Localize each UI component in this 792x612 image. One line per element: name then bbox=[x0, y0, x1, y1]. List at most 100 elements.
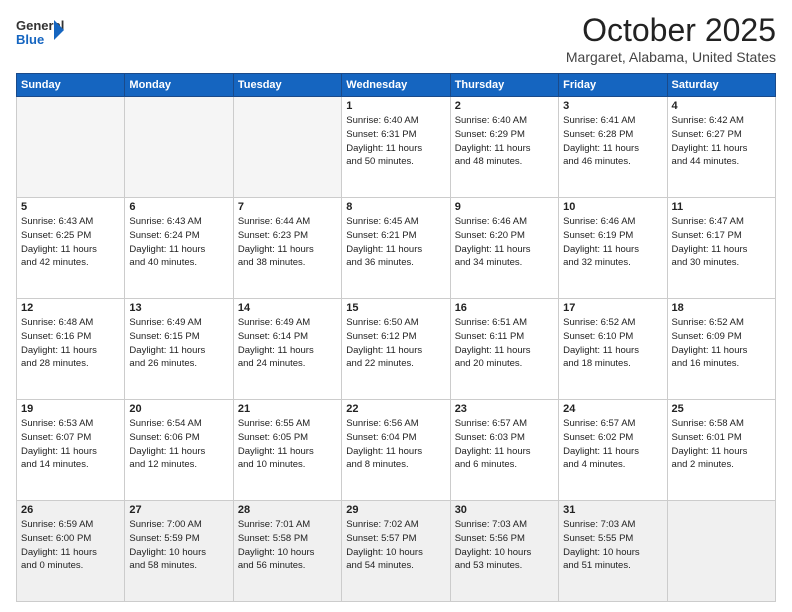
logo: General Blue bbox=[16, 12, 64, 57]
calendar-cell: 1 Sunrise: 6:40 AM Sunset: 6:31 PM Daylig… bbox=[342, 97, 450, 198]
month-title: October 2025 bbox=[566, 12, 776, 49]
day-number: 25 bbox=[672, 403, 771, 415]
day-number: 31 bbox=[563, 504, 662, 516]
day-number: 8 bbox=[346, 201, 445, 213]
weekday-header-tuesday: Tuesday bbox=[233, 74, 341, 97]
calendar-cell: 4 Sunrise: 6:42 AM Sunset: 6:27 PM Daylig… bbox=[667, 97, 775, 198]
calendar-cell: 13 Sunrise: 6:49 AM Sunset: 6:15 PM Dayli… bbox=[125, 299, 233, 400]
day-number: 15 bbox=[346, 302, 445, 314]
day-number: 18 bbox=[672, 302, 771, 314]
day-number: 20 bbox=[129, 403, 228, 415]
weekday-header-thursday: Thursday bbox=[450, 74, 558, 97]
day-number: 9 bbox=[455, 201, 554, 213]
calendar-cell: 12Sunrise: 6:48 AM Sunset: 6:16 PM Dayli… bbox=[17, 299, 125, 400]
day-number: 17 bbox=[563, 302, 662, 314]
week-row-1: 1 Sunrise: 6:40 AM Sunset: 6:31 PM Daylig… bbox=[17, 97, 776, 198]
calendar-cell: 5 Sunrise: 6:43 AM Sunset: 6:25 PM Daylig… bbox=[17, 198, 125, 299]
day-info: Sunrise: 6:49 AM Sunset: 6:15 PM Dayligh… bbox=[129, 316, 228, 371]
calendar-cell: 16 Sunrise: 6:51 AM Sunset: 6:11 PM Dayli… bbox=[450, 299, 558, 400]
day-info: Sunrise: 6:56 AM Sunset: 6:04 PM Dayligh… bbox=[346, 417, 445, 472]
calendar-cell: 10Sunrise: 6:46 AM Sunset: 6:19 PM Dayli… bbox=[559, 198, 667, 299]
day-number: 5 bbox=[21, 201, 120, 213]
day-info: Sunrise: 6:44 AM Sunset: 6:23 PM Dayligh… bbox=[238, 215, 337, 270]
page: General Blue October 2025 Margaret, Alab… bbox=[0, 0, 792, 612]
calendar-cell: 30 Sunrise: 7:03 AM Sunset: 5:56 PM Dayli… bbox=[450, 501, 558, 602]
day-number: 26 bbox=[21, 504, 120, 516]
calendar-cell: 8 Sunrise: 6:45 AM Sunset: 6:21 PM Daylig… bbox=[342, 198, 450, 299]
weekday-header-row: SundayMondayTuesdayWednesdayThursdayFrid… bbox=[17, 74, 776, 97]
day-info: Sunrise: 6:40 AM Sunset: 6:31 PM Dayligh… bbox=[346, 114, 445, 169]
day-info: Sunrise: 6:53 AM Sunset: 6:07 PM Dayligh… bbox=[21, 417, 120, 472]
calendar-cell: 14 Sunrise: 6:49 AM Sunset: 6:14 PM Dayli… bbox=[233, 299, 341, 400]
calendar-cell: 20 Sunrise: 6:54 AM Sunset: 6:06 PM Dayli… bbox=[125, 400, 233, 501]
day-info: Sunrise: 6:57 AM Sunset: 6:02 PM Dayligh… bbox=[563, 417, 662, 472]
day-info: Sunrise: 7:02 AM Sunset: 5:57 PM Dayligh… bbox=[346, 518, 445, 573]
day-info: Sunrise: 7:00 AM Sunset: 5:59 PM Dayligh… bbox=[129, 518, 228, 573]
calendar-cell: 22Sunrise: 6:56 AM Sunset: 6:04 PM Dayli… bbox=[342, 400, 450, 501]
day-number: 10 bbox=[563, 201, 662, 213]
calendar-cell bbox=[667, 501, 775, 602]
weekday-header-saturday: Saturday bbox=[667, 74, 775, 97]
day-number: 7 bbox=[238, 201, 337, 213]
calendar-cell: 21 Sunrise: 6:55 AM Sunset: 6:05 PM Dayli… bbox=[233, 400, 341, 501]
day-info: Sunrise: 6:40 AM Sunset: 6:29 PM Dayligh… bbox=[455, 114, 554, 169]
weekday-header-wednesday: Wednesday bbox=[342, 74, 450, 97]
calendar-cell: 25 Sunrise: 6:58 AM Sunset: 6:01 PM Dayli… bbox=[667, 400, 775, 501]
day-number: 30 bbox=[455, 504, 554, 516]
day-info: Sunrise: 7:03 AM Sunset: 5:55 PM Dayligh… bbox=[563, 518, 662, 573]
logo-icon: General Blue bbox=[16, 12, 64, 52]
calendar-cell: 9 Sunrise: 6:46 AM Sunset: 6:20 PM Daylig… bbox=[450, 198, 558, 299]
calendar-cell bbox=[17, 97, 125, 198]
day-info: Sunrise: 6:55 AM Sunset: 6:05 PM Dayligh… bbox=[238, 417, 337, 472]
day-number: 14 bbox=[238, 302, 337, 314]
day-info: Sunrise: 7:03 AM Sunset: 5:56 PM Dayligh… bbox=[455, 518, 554, 573]
location: Margaret, Alabama, United States bbox=[566, 49, 776, 65]
day-number: 1 bbox=[346, 100, 445, 112]
calendar-cell: 15 Sunrise: 6:50 AM Sunset: 6:12 PM Dayli… bbox=[342, 299, 450, 400]
day-info: Sunrise: 6:58 AM Sunset: 6:01 PM Dayligh… bbox=[672, 417, 771, 472]
day-number: 13 bbox=[129, 302, 228, 314]
day-info: Sunrise: 6:48 AM Sunset: 6:16 PM Dayligh… bbox=[21, 316, 120, 371]
week-row-5: 26 Sunrise: 6:59 AM Sunset: 6:00 PM Dayli… bbox=[17, 501, 776, 602]
calendar-cell: 17 Sunrise: 6:52 AM Sunset: 6:10 PM Dayli… bbox=[559, 299, 667, 400]
weekday-header-monday: Monday bbox=[125, 74, 233, 97]
weekday-header-sunday: Sunday bbox=[17, 74, 125, 97]
day-info: Sunrise: 6:46 AM Sunset: 6:20 PM Dayligh… bbox=[455, 215, 554, 270]
day-number: 11 bbox=[672, 201, 771, 213]
day-info: Sunrise: 6:43 AM Sunset: 6:25 PM Dayligh… bbox=[21, 215, 120, 270]
day-info: Sunrise: 6:43 AM Sunset: 6:24 PM Dayligh… bbox=[129, 215, 228, 270]
day-info: Sunrise: 6:47 AM Sunset: 6:17 PM Dayligh… bbox=[672, 215, 771, 270]
day-info: Sunrise: 6:42 AM Sunset: 6:27 PM Dayligh… bbox=[672, 114, 771, 169]
day-number: 6 bbox=[129, 201, 228, 213]
calendar-cell bbox=[125, 97, 233, 198]
calendar-cell: 19 Sunrise: 6:53 AM Sunset: 6:07 PM Dayli… bbox=[17, 400, 125, 501]
day-info: Sunrise: 7:01 AM Sunset: 5:58 PM Dayligh… bbox=[238, 518, 337, 573]
day-info: Sunrise: 6:45 AM Sunset: 6:21 PM Dayligh… bbox=[346, 215, 445, 270]
day-info: Sunrise: 6:50 AM Sunset: 6:12 PM Dayligh… bbox=[346, 316, 445, 371]
calendar-cell: 18Sunrise: 6:52 AM Sunset: 6:09 PM Dayli… bbox=[667, 299, 775, 400]
day-info: Sunrise: 6:59 AM Sunset: 6:00 PM Dayligh… bbox=[21, 518, 120, 573]
day-number: 29 bbox=[346, 504, 445, 516]
calendar-cell: 3Sunrise: 6:41 AM Sunset: 6:28 PM Daylig… bbox=[559, 97, 667, 198]
day-number: 19 bbox=[21, 403, 120, 415]
day-info: Sunrise: 6:52 AM Sunset: 6:10 PM Dayligh… bbox=[563, 316, 662, 371]
day-info: Sunrise: 6:49 AM Sunset: 6:14 PM Dayligh… bbox=[238, 316, 337, 371]
day-number: 28 bbox=[238, 504, 337, 516]
calendar-cell: 23Sunrise: 6:57 AM Sunset: 6:03 PM Dayli… bbox=[450, 400, 558, 501]
day-number: 2 bbox=[455, 100, 554, 112]
day-info: Sunrise: 6:51 AM Sunset: 6:11 PM Dayligh… bbox=[455, 316, 554, 371]
calendar-cell: 26 Sunrise: 6:59 AM Sunset: 6:00 PM Dayli… bbox=[17, 501, 125, 602]
week-row-3: 12Sunrise: 6:48 AM Sunset: 6:16 PM Dayli… bbox=[17, 299, 776, 400]
day-info: Sunrise: 6:54 AM Sunset: 6:06 PM Dayligh… bbox=[129, 417, 228, 472]
day-number: 3 bbox=[563, 100, 662, 112]
day-number: 21 bbox=[238, 403, 337, 415]
calendar-cell: 24Sunrise: 6:57 AM Sunset: 6:02 PM Dayli… bbox=[559, 400, 667, 501]
calendar-cell: 31 Sunrise: 7:03 AM Sunset: 5:55 PM Dayli… bbox=[559, 501, 667, 602]
day-number: 4 bbox=[672, 100, 771, 112]
day-number: 23 bbox=[455, 403, 554, 415]
calendar-cell: 7 Sunrise: 6:44 AM Sunset: 6:23 PM Daylig… bbox=[233, 198, 341, 299]
title-block: October 2025 Margaret, Alabama, United S… bbox=[566, 12, 776, 65]
week-row-2: 5 Sunrise: 6:43 AM Sunset: 6:25 PM Daylig… bbox=[17, 198, 776, 299]
calendar-cell: 27Sunrise: 7:00 AM Sunset: 5:59 PM Dayli… bbox=[125, 501, 233, 602]
day-number: 16 bbox=[455, 302, 554, 314]
